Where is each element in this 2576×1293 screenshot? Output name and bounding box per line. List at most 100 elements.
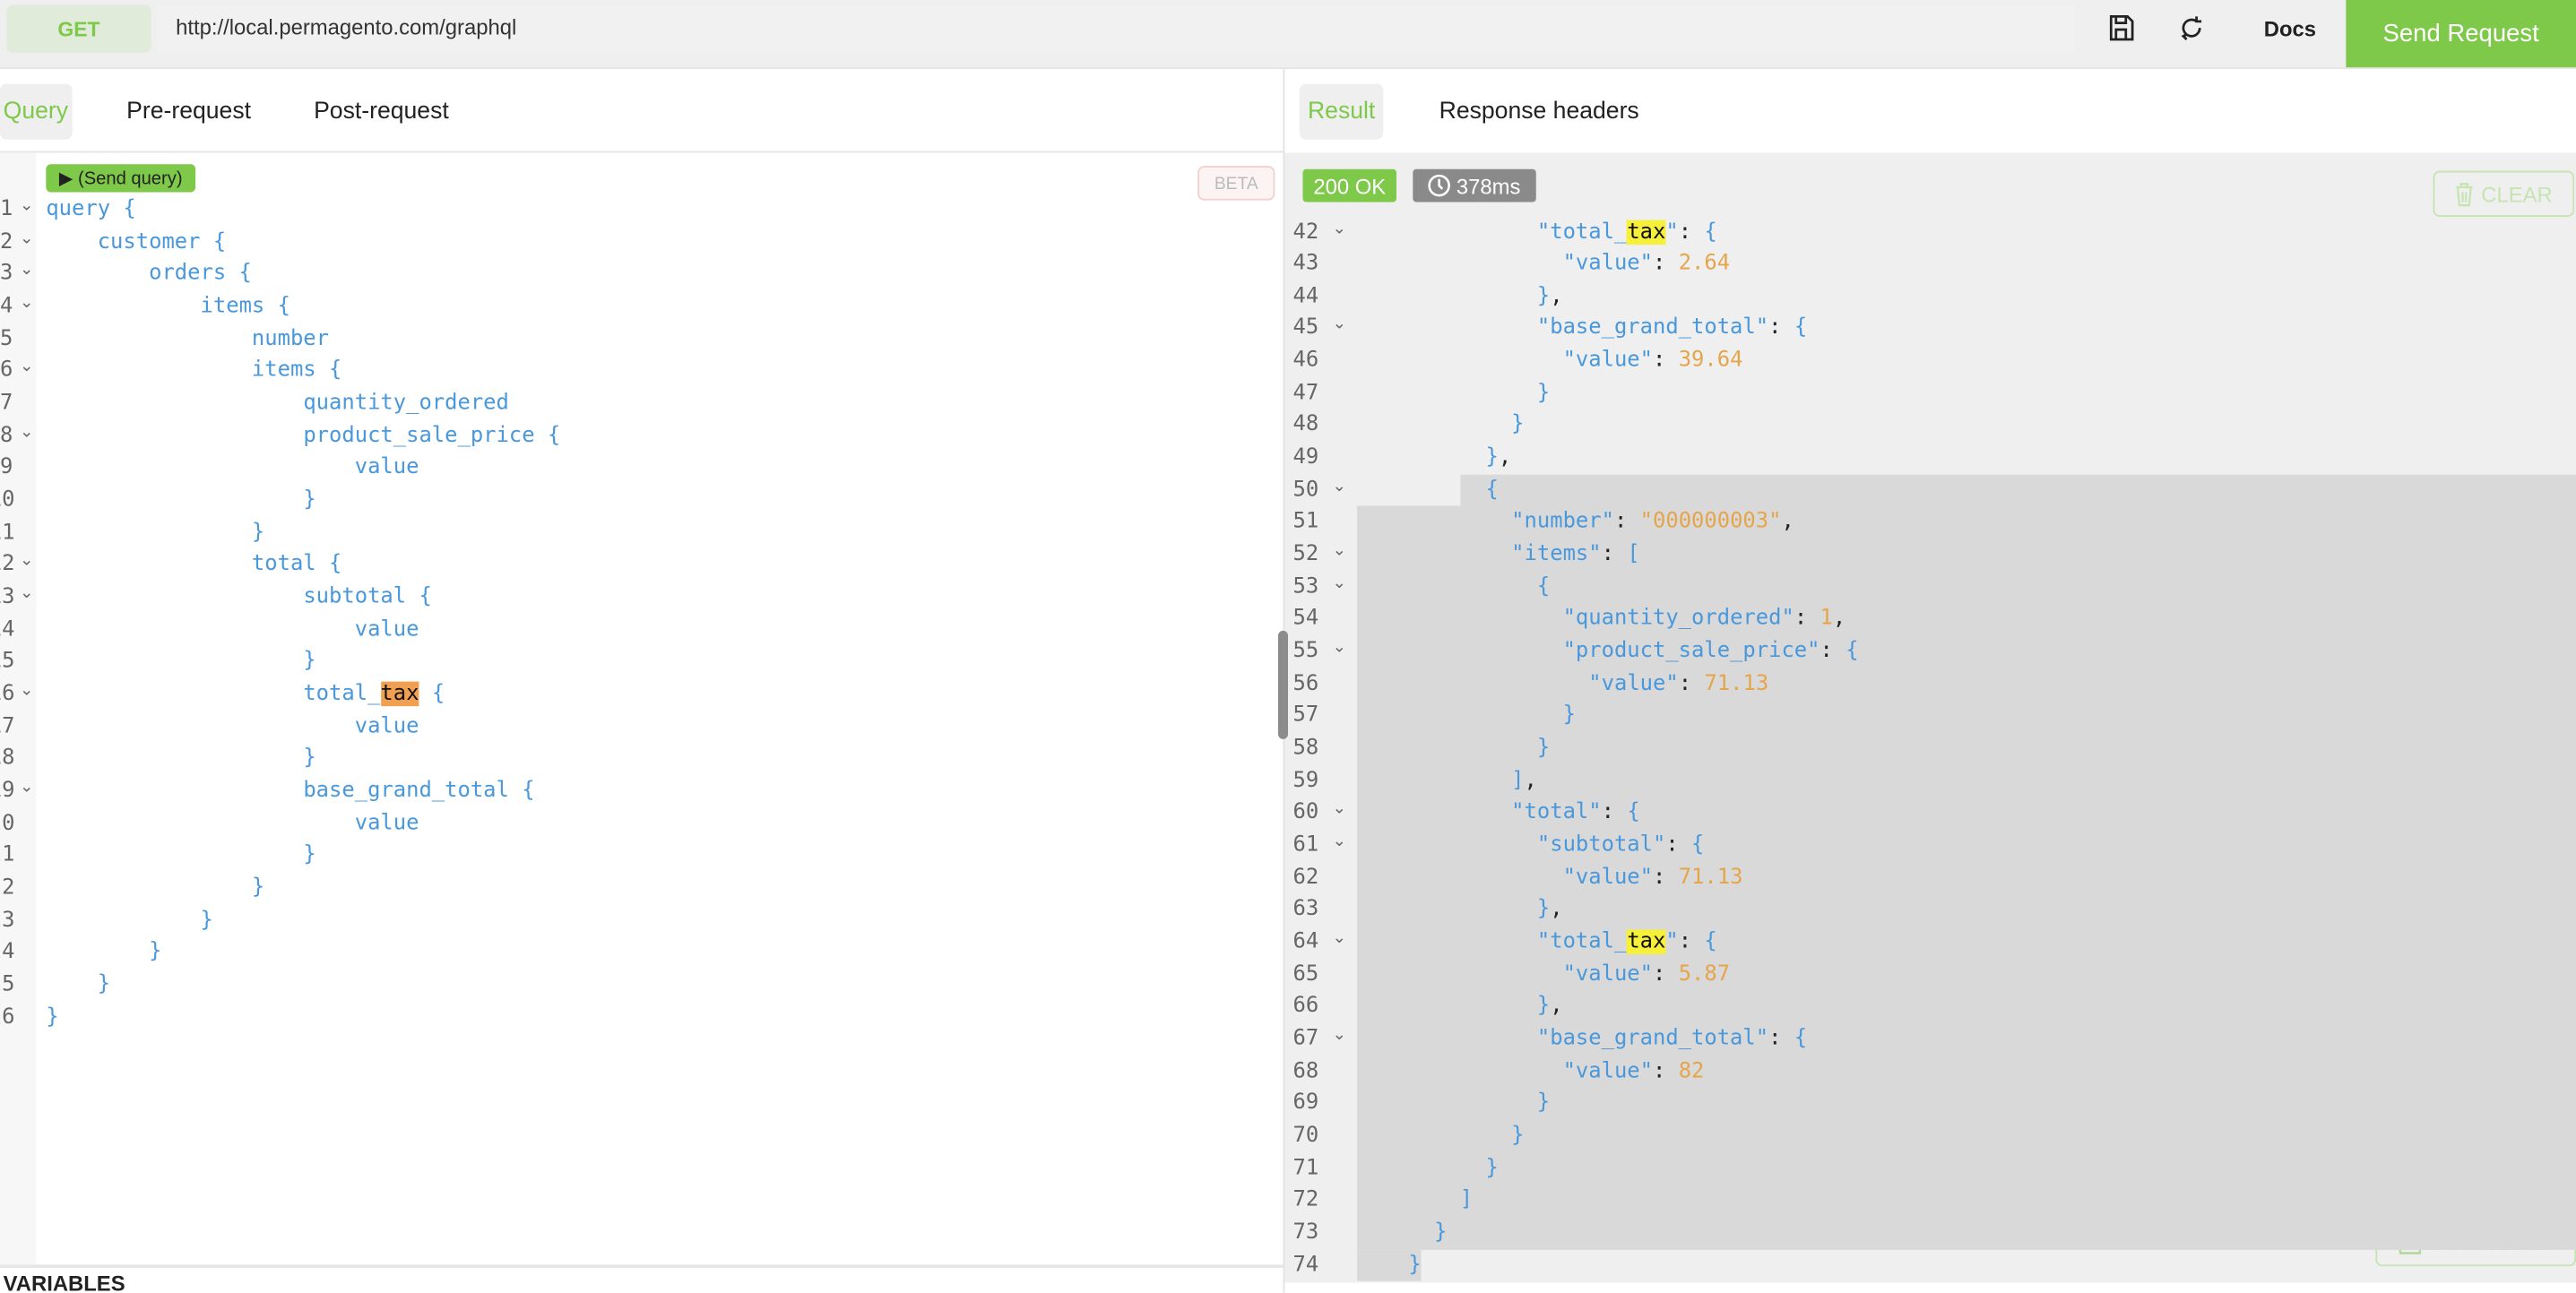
json-line: } [1485, 1155, 1499, 1181]
line-number: 42 [1292, 219, 1319, 245]
fold-chevron-icon[interactable]: ⌄ [1332, 830, 1345, 862]
line-number: 1 [0, 196, 13, 222]
method-select[interactable]: GET [6, 4, 151, 53]
code-line[interactable]: orders { [149, 258, 252, 290]
tab-response-headers[interactable]: Response headers [1436, 83, 1642, 139]
code-line[interactable]: total_tax { [303, 678, 445, 711]
code-line[interactable]: } [201, 904, 213, 936]
fold-chevron-icon[interactable]: ⌄ [1332, 1023, 1345, 1056]
code-line[interactable]: } [149, 936, 161, 969]
line-number: 16 [0, 681, 15, 706]
line-number: 45 [1292, 315, 1319, 341]
json-line: } [1511, 1123, 1525, 1149]
fold-chevron-icon[interactable]: ⌄ [1332, 927, 1345, 959]
fold-chevron-icon[interactable]: ⌄ [1332, 539, 1345, 571]
code-line[interactable]: value [355, 614, 419, 646]
fold-chevron-icon[interactable]: ⌄ [1332, 474, 1345, 506]
line-number: 52 [1292, 542, 1319, 567]
code-line[interactable]: } [98, 969, 110, 1001]
variables-label[interactable]: VARIABLES [4, 1271, 125, 1293]
json-line: }, [1536, 897, 1563, 922]
code-line[interactable]: value [355, 807, 419, 840]
fold-chevron-icon[interactable]: ⌄ [20, 420, 33, 453]
tab-post-request[interactable]: Post-request [310, 83, 452, 139]
url-input[interactable]: http://local.permagento.com/graphql [156, 4, 2075, 53]
code-line[interactable]: } [46, 1001, 58, 1033]
send-request-button[interactable]: Send Request [2346, 0, 2576, 68]
json-line: "value": 5.87 [1562, 961, 1731, 987]
json-line: "product_sale_price": { [1562, 639, 1859, 664]
code-line[interactable]: items { [201, 290, 290, 323]
code-line[interactable]: value [355, 711, 419, 743]
code-line[interactable]: value [355, 453, 419, 485]
code-line[interactable]: } [303, 485, 316, 517]
json-line: } [1536, 736, 1551, 761]
tab-result[interactable]: Result [1299, 83, 1384, 140]
json-line: "value": 82 [1562, 1058, 1705, 1084]
line-number: 73 [1292, 1220, 1319, 1246]
code-line[interactable]: number [252, 323, 329, 355]
response-time-badge: 378ms [1413, 168, 1536, 203]
tab-query[interactable]: Query [0, 83, 72, 140]
fold-chevron-icon[interactable]: ⌄ [1332, 635, 1345, 668]
fold-chevron-icon[interactable]: ⌄ [1332, 216, 1345, 248]
line-number: 44 [1292, 283, 1319, 309]
json-line: } [1562, 703, 1576, 728]
tab-pre-request[interactable]: Pre-request [123, 83, 254, 139]
line-number: 64 [1292, 929, 1319, 954]
fold-chevron-icon[interactable]: ⌄ [1332, 571, 1345, 603]
code-line[interactable]: } [303, 743, 316, 775]
clear-button[interactable]: CLEAR [2433, 170, 2575, 217]
refresh-icon[interactable] [2177, 13, 2207, 43]
line-number: 56 [1292, 671, 1319, 696]
line-number: 3 [0, 262, 13, 287]
fold-chevron-icon[interactable]: ⌄ [1332, 797, 1345, 830]
line-number: 46 [1292, 348, 1319, 374]
selection-highlight [1356, 506, 2576, 1250]
line-number: 53 [1292, 574, 1319, 599]
line-number: 24 [0, 939, 15, 965]
fold-chevron-icon[interactable]: ⌄ [20, 226, 33, 258]
fold-chevron-icon[interactable]: ⌄ [1332, 313, 1345, 345]
json-line: "value": 71.13 [1588, 671, 1769, 696]
line-number: 6 [0, 358, 13, 384]
json-line: "subtotal": { [1536, 832, 1705, 858]
line-number: 11 [0, 520, 15, 545]
code-line[interactable]: subtotal { [303, 582, 431, 614]
line-number: 74 [1292, 1252, 1319, 1278]
line-number: 51 [1292, 510, 1319, 535]
floppy-disk-icon[interactable] [2106, 13, 2136, 43]
line-number: 50 [1292, 477, 1319, 503]
code-line[interactable]: product_sale_price { [303, 420, 560, 453]
fold-chevron-icon[interactable]: ⌄ [20, 258, 33, 290]
variables-panel[interactable] [0, 1264, 1284, 1293]
line-number: 26 [0, 1004, 15, 1030]
docs-button[interactable]: Docs [2264, 16, 2316, 40]
fold-chevron-icon[interactable]: ⌄ [20, 355, 33, 387]
fold-chevron-icon[interactable]: ⌄ [20, 775, 33, 807]
code-line[interactable]: base_grand_total { [303, 775, 534, 807]
code-line[interactable]: } [252, 872, 264, 904]
scrollbar-thumb[interactable] [1277, 630, 1288, 739]
code-line[interactable]: } [252, 517, 264, 549]
json-line: "quantity_ordered": 1, [1562, 607, 1846, 632]
code-line[interactable]: quantity_ordered [303, 387, 509, 419]
line-number: 18 [0, 746, 15, 771]
code-line[interactable]: query { [46, 194, 135, 226]
code-line[interactable]: } [303, 840, 316, 872]
code-line[interactable]: } [303, 646, 316, 678]
send-query-button[interactable]: ▶ (Send query) [46, 164, 196, 193]
code-line[interactable]: items { [252, 355, 341, 387]
code-line[interactable]: total { [252, 549, 341, 582]
fold-chevron-icon[interactable]: ⌄ [20, 194, 33, 226]
fold-chevron-icon[interactable]: ⌄ [20, 290, 33, 323]
line-number: 48 [1292, 412, 1319, 438]
fold-chevron-icon[interactable]: ⌄ [20, 678, 33, 711]
fold-chevron-icon[interactable]: ⌄ [20, 582, 33, 614]
json-line: } [1511, 412, 1525, 438]
json-line: "value": 39.64 [1562, 348, 1743, 374]
fold-chevron-icon[interactable]: ⌄ [20, 549, 33, 582]
code-line[interactable]: customer { [98, 226, 226, 258]
line-number: 58 [1292, 736, 1319, 761]
response-time: 378ms [1456, 173, 1521, 198]
